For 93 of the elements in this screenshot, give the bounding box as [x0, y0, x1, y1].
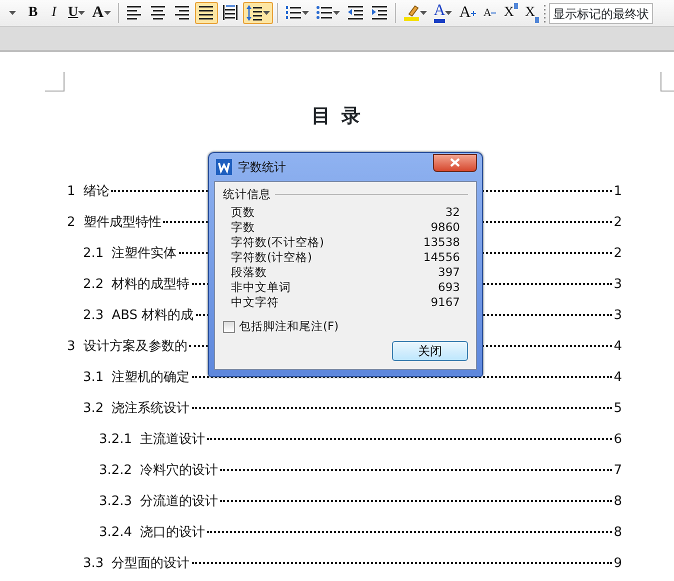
toc-entry-title: 主流道设计 — [140, 431, 206, 449]
toc-number: 3.2.4 — [99, 524, 132, 542]
toc-number: 2.1 — [83, 245, 104, 263]
toc-number: 2.3 — [83, 307, 104, 325]
toolbar-button[interactable]: U — [65, 2, 88, 24]
toc-entry-title: 分型面的设计 — [112, 555, 190, 573]
distribute-icon — [222, 4, 239, 22]
toc-number: 3 — [67, 338, 76, 356]
toc-entry-title: 浇口的设计 — [140, 524, 206, 542]
toc-page-number: 6 — [614, 431, 622, 449]
toolbar-button[interactable]: I — [44, 2, 64, 24]
toc-entry-title: 绪论 — [83, 183, 110, 201]
stat-value: 13538 — [423, 235, 460, 250]
toolbar-button[interactable]: A — [89, 2, 114, 24]
stat-value: 9860 — [430, 220, 460, 236]
stat-value: 9167 — [430, 295, 460, 310]
checkbox[interactable] — [223, 320, 235, 333]
close-dialog-button[interactable]: 关闭 — [392, 340, 468, 360]
toc-page-number: 1 — [614, 183, 622, 201]
toc-number: 1 — [67, 183, 76, 201]
toc-number: 3.2 — [83, 400, 104, 418]
toolbar-button[interactable]: X — [500, 2, 521, 24]
align-left-icon — [126, 4, 143, 22]
document-title: 目 录 — [312, 105, 362, 127]
minus-icon — [491, 12, 496, 14]
caret-icon — [8, 11, 16, 15]
close-button[interactable] — [433, 154, 477, 172]
stat-value: 32 — [445, 205, 460, 220]
markup-mode-dropdown[interactable]: 显示标记的最终状 — [549, 2, 654, 24]
toc-entry-title: 注塑件实体 — [112, 245, 177, 263]
stat-label: 字符数(计空格) — [231, 250, 312, 266]
outdent-icon — [346, 4, 364, 22]
align-center-icon — [150, 4, 167, 22]
stat-label: 非中文单词 — [231, 280, 291, 296]
app-logo-icon — [216, 159, 232, 175]
toc-entry-title: 浇注系统设计 — [112, 400, 190, 418]
justify-icon — [198, 4, 215, 22]
toc-entry-title: 设计方案及参数的 — [83, 338, 188, 356]
toc-number: 3.2.1 — [99, 431, 132, 449]
stat-value: 14556 — [423, 250, 460, 266]
stat-label: 字符数(不计空格) — [231, 235, 324, 250]
toc-entry-title: 冷料穴的设计 — [140, 462, 218, 480]
toolbar-button[interactable]: A — [456, 2, 479, 24]
toc-page-number: 9 — [614, 555, 622, 573]
toc-number: 3.1 — [83, 369, 104, 387]
superscript-mark-icon — [514, 3, 518, 9]
toc-entry-title: ABS 材料的成 — [112, 307, 194, 325]
align-right-icon — [174, 4, 191, 22]
toolbar-button[interactable]: B — [23, 2, 43, 24]
toolbar-button[interactable] — [194, 2, 218, 24]
toc-entry-title: 塑件成型特性 — [83, 214, 162, 232]
line-spacing-icon — [246, 4, 263, 22]
corner-mark-icon — [660, 72, 674, 92]
stat-label: 页数 — [231, 205, 255, 220]
stat-label: 段落数 — [231, 265, 267, 280]
toc-number: 3.2.2 — [99, 462, 132, 480]
toc-number: 3.2.3 — [99, 493, 132, 511]
stat-label: 中文字符 — [231, 295, 279, 310]
toc-page-number: 3 — [614, 307, 622, 325]
toc-page-number: 7 — [614, 462, 622, 480]
toc-entry-title: 材料的成型特 — [112, 276, 190, 294]
toc-page-number: 3 — [614, 276, 622, 294]
stat-label: 字数 — [231, 220, 255, 236]
indent-icon — [370, 4, 388, 22]
toc-number: 2 — [67, 214, 76, 232]
highlighter-icon — [402, 4, 420, 22]
toc-entry-title: 注塑机的确定 — [112, 369, 190, 387]
subscript-mark-icon — [535, 17, 540, 23]
toc-page-number: 2 — [614, 214, 622, 232]
toc-page-number: 8 — [614, 524, 622, 542]
corner-mark-icon — [45, 72, 65, 92]
numbered-list-icon — [284, 4, 302, 22]
plus-icon — [470, 10, 476, 16]
grip-icon — [543, 3, 546, 23]
toc-entry-title: 分流道的设计 — [140, 493, 218, 511]
toolbar-button[interactable]: X — [522, 2, 542, 24]
group-label: 统计信息 — [223, 186, 271, 203]
close-icon — [450, 158, 460, 167]
bullet-list-icon — [316, 4, 333, 22]
toolbar-button[interactable]: A — [430, 2, 456, 24]
toc-number: 2.2 — [83, 276, 104, 294]
toc-page-number: 2 — [614, 245, 622, 263]
toc-page-number: 8 — [614, 493, 622, 511]
toolbar-button[interactable] — [242, 2, 273, 24]
toc-number: 3.3 — [83, 555, 104, 573]
toc-page-number: 5 — [614, 400, 622, 418]
toolbar-button[interactable]: A — [480, 2, 500, 24]
toc-page-number: 4 — [614, 369, 622, 387]
toc-page-number: 4 — [614, 338, 622, 356]
stat-value: 397 — [438, 265, 460, 280]
dialog-title: 字数统计 — [238, 159, 286, 176]
checkbox-label: 包括脚注和尾注(F) — [239, 318, 339, 336]
stat-value: 693 — [438, 280, 460, 296]
